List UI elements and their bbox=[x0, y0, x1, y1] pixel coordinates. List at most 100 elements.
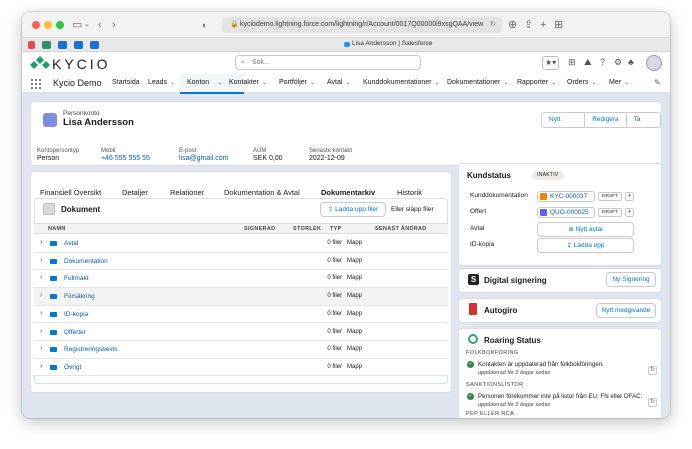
chevron-down-icon[interactable]: ⌄ bbox=[551, 80, 556, 86]
help-icon[interactable]: ? bbox=[600, 56, 605, 68]
upload-files-button[interactable]: ⇪ Ladda upp filer bbox=[320, 202, 386, 217]
column-header-signed[interactable]: SIGNERAD bbox=[244, 226, 275, 232]
table-row[interactable]: › Registreringsbevis 0 filer Mapp bbox=[34, 341, 448, 359]
table-row[interactable]: › ID-kopia 0 filer Mapp bbox=[34, 305, 448, 324]
chevron-down-icon[interactable]: ⌄ bbox=[84, 18, 90, 32]
folder-name-link[interactable]: Dokumentation bbox=[64, 258, 108, 265]
nav-item-mer[interactable]: Mer ⌄ bbox=[609, 79, 629, 86]
nav-item-rapporter[interactable]: Rapporter ⌄ bbox=[517, 79, 556, 86]
favorites-star-icon[interactable]: ★▾ bbox=[542, 56, 560, 70]
chevron-down-icon[interactable]: ⌄ bbox=[217, 80, 222, 86]
column-header-type[interactable]: TYP bbox=[330, 226, 342, 232]
chevron-down-icon[interactable]: ⌄ bbox=[262, 80, 267, 86]
tab-dokumentation-avtal[interactable]: Dokumentation & Avtal bbox=[224, 188, 300, 197]
gear-icon[interactable]: ⚙ bbox=[614, 56, 622, 68]
nav-item-orders[interactable]: Orders ⌄ bbox=[567, 79, 596, 86]
refresh-icon[interactable]: ↻ bbox=[648, 366, 657, 375]
new-mandate-button[interactable]: Nytt medgivande bbox=[596, 303, 656, 318]
chevron-right-icon[interactable]: › bbox=[40, 310, 42, 317]
chevron-down-icon[interactable]: ▾ bbox=[625, 208, 634, 217]
folder-name-link[interactable]: Försäkring bbox=[64, 293, 95, 300]
new-agreement-button[interactable]: ⊕ Nytt avtal bbox=[537, 222, 634, 237]
table-row[interactable]: › Dokumentation 0 filer Mapp bbox=[34, 252, 448, 271]
nav-item-portfoljer[interactable]: Portföljer ⌄ bbox=[279, 79, 315, 86]
chevron-down-icon[interactable]: ⌄ bbox=[591, 80, 596, 86]
nav-item-kontakter[interactable]: Kontakter ⌄ bbox=[229, 79, 267, 86]
nav-item-konton[interactable]: Konton ⌄ bbox=[187, 79, 222, 86]
chevron-down-icon[interactable]: ⌄ bbox=[624, 80, 629, 86]
chevron-right-icon[interactable]: › bbox=[40, 328, 42, 335]
trailhead-icon[interactable]: ⛰ bbox=[584, 56, 592, 68]
chevron-right-icon[interactable]: › bbox=[40, 345, 42, 352]
upload-id-button[interactable]: ⇪ Ladda upp bbox=[537, 238, 634, 253]
nav-item-leads[interactable]: Leads ⌄ bbox=[148, 79, 175, 86]
favicon-icon[interactable] bbox=[58, 41, 67, 49]
download-icon[interactable]: ⊕ bbox=[508, 18, 517, 32]
kunddokumentation-link[interactable]: KYC-000037 bbox=[537, 191, 595, 202]
column-header-modified[interactable]: SENAST ÄNDRAD bbox=[375, 226, 427, 232]
chevron-right-icon[interactable]: › bbox=[40, 274, 42, 281]
notifications-bell-icon[interactable]: ♣ bbox=[628, 56, 634, 68]
refresh-icon[interactable]: ↻ bbox=[648, 398, 657, 407]
column-header-size[interactable]: STORLEK bbox=[293, 226, 321, 232]
share-icon[interactable]: ⇪ bbox=[524, 18, 533, 32]
reload-icon[interactable]: ↻ bbox=[490, 17, 496, 33]
favicon-icon[interactable] bbox=[90, 41, 99, 49]
table-row[interactable]: › Fullmakt 0 filer Mapp bbox=[34, 270, 448, 288]
zoom-window-button[interactable] bbox=[56, 21, 64, 29]
new-withdrawal-button[interactable]: Nytt Uttag bbox=[542, 113, 586, 127]
forward-icon[interactable]: › bbox=[112, 18, 116, 32]
phone-link[interactable]: +46 555 555 55 bbox=[101, 155, 150, 162]
favicon-icon[interactable] bbox=[42, 41, 51, 49]
table-row[interactable]: › Övrigt 0 filer Mapp bbox=[34, 358, 448, 377]
chevron-down-icon[interactable]: ⌄ bbox=[170, 80, 175, 86]
folder-name-link[interactable]: Övrigt bbox=[64, 364, 81, 371]
privacy-shield-icon[interactable]: ◐ bbox=[202, 18, 207, 32]
chevron-down-icon[interactable]: ⌄ bbox=[503, 80, 508, 86]
column-header-name[interactable]: NAMN bbox=[48, 226, 66, 232]
chevron-down-icon[interactable]: ⌄ bbox=[310, 80, 315, 86]
nav-item-avtal[interactable]: Avtal ⌄ bbox=[327, 79, 350, 86]
sidebar-icon[interactable]: ▭ bbox=[72, 18, 82, 32]
global-actions-icon[interactable]: ⊞ bbox=[568, 56, 576, 68]
folder-name-link[interactable]: Avtal bbox=[64, 240, 78, 247]
back-icon[interactable]: ‹ bbox=[98, 18, 102, 32]
new-signing-button[interactable]: Ny Signering bbox=[606, 272, 656, 287]
avatar[interactable] bbox=[646, 55, 662, 71]
tab-overview-icon[interactable]: ⊞ bbox=[554, 18, 563, 32]
nav-item-dokumentationer[interactable]: Dokumentationer ⌄ bbox=[447, 79, 508, 86]
chevron-down-icon[interactable]: ⌄ bbox=[435, 80, 440, 86]
global-search-input[interactable]: ⌕ Sök... bbox=[235, 55, 421, 70]
nav-item-startsida[interactable]: Startsida bbox=[112, 79, 140, 86]
tab-detaljer[interactable]: Detaljer bbox=[122, 188, 148, 197]
nav-item-kunddokumentationer[interactable]: Kunddokumentationer ⌄ bbox=[363, 79, 440, 86]
active-tab-title[interactable]: Lisa Andersson | Salesforce bbox=[352, 40, 432, 47]
folder-name-link[interactable]: Registreringsbevis bbox=[64, 346, 117, 353]
tab-finansiell-oversikt[interactable]: Finansiell Översikt bbox=[40, 188, 101, 197]
favicon-icon[interactable] bbox=[344, 42, 350, 47]
address-bar[interactable]: 🔒 kyciodemo.lightning.force.com/lightnin… bbox=[222, 17, 502, 33]
favicon-icon[interactable] bbox=[74, 41, 83, 49]
chevron-right-icon[interactable]: › bbox=[40, 239, 42, 246]
chevron-down-icon[interactable]: ⌄ bbox=[345, 80, 350, 86]
tab-relationer[interactable]: Relationer bbox=[170, 188, 204, 197]
chevron-right-icon[interactable]: › bbox=[40, 257, 42, 264]
tab-historik[interactable]: Historik bbox=[397, 188, 422, 197]
new-tab-icon[interactable]: + bbox=[540, 18, 546, 32]
table-row[interactable]: › Avtal 0 filer Mapp bbox=[34, 235, 448, 253]
favicon-icon[interactable] bbox=[28, 41, 35, 49]
offert-link[interactable]: QUO-000025 bbox=[537, 207, 595, 218]
edit-button[interactable]: Redigera bbox=[585, 113, 627, 127]
close-window-button[interactable] bbox=[32, 21, 40, 29]
minimize-window-button[interactable] bbox=[44, 21, 52, 29]
folder-name-link[interactable]: Fullmakt bbox=[64, 275, 89, 282]
table-row[interactable]: › Offerter 0 filer Mapp bbox=[34, 323, 448, 341]
chevron-right-icon[interactable]: › bbox=[40, 363, 42, 370]
chevron-right-icon[interactable]: › bbox=[40, 292, 42, 299]
app-launcher-icon[interactable] bbox=[31, 79, 41, 89]
delete-button[interactable]: Ta bort bbox=[626, 113, 660, 127]
edit-nav-pencil-icon[interactable]: ✎ bbox=[654, 78, 661, 87]
chevron-down-icon[interactable]: ▾ bbox=[625, 192, 634, 201]
folder-name-link[interactable]: Offerter bbox=[64, 329, 86, 336]
table-row[interactable]: › Försäkring 0 filer Mapp bbox=[34, 288, 448, 306]
